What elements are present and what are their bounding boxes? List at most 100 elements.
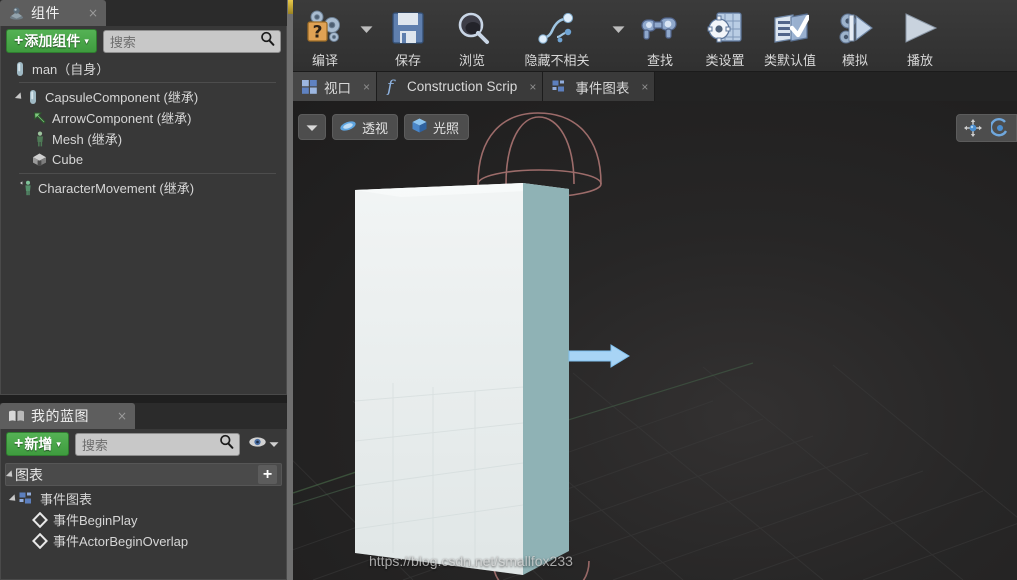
components-tabstrip: 组件 ×: [0, 0, 290, 26]
toolbar-button-browse[interactable]: 浏览: [440, 0, 504, 72]
my-blueprint-panel: + 新增 ▾ 搜索 图表 + 事件图表 事件BeginPlay 事件ActorB…: [0, 429, 287, 580]
toolbar-button-play[interactable]: 播放: [888, 0, 952, 72]
component-tree-label: CharacterMovement (继承): [38, 181, 195, 196]
my-blueprint-list: 事件图表事件BeginPlay 事件ActorBeginOverlap: [1, 486, 286, 551]
plus-icon: +: [14, 435, 24, 452]
component-tree-row[interactable]: CapsuleComponent (继承): [1, 86, 286, 107]
document-tab[interactable]: 视口 ×: [293, 72, 378, 101]
my-blueprint-item-label: 事件图表: [40, 492, 93, 507]
chevron-down-icon: [269, 435, 279, 453]
chevron-down-icon[interactable]: [609, 0, 627, 72]
tree-separator: [19, 82, 276, 83]
component-tree-row[interactable]: Cube: [1, 149, 286, 170]
graphs-section-label: 图表: [15, 466, 43, 483]
plus-icon: +: [14, 32, 24, 49]
view-mode-label: 透视: [362, 120, 389, 136]
toolbar-button-label: 模拟: [841, 53, 868, 68]
class-settings-icon: [707, 7, 743, 49]
tab-my-blueprint[interactable]: 我的蓝图 ×: [0, 403, 136, 429]
toolbar-button-hide-unrelated[interactable]: 隐藏不相关: [505, 0, 609, 72]
arrow-icon: [31, 110, 48, 126]
lit-cube-icon: [411, 117, 428, 137]
disclosure-triangle-icon[interactable]: [8, 493, 19, 504]
rotate-gizmo-icon[interactable]: [988, 117, 1012, 139]
components-search-input[interactable]: 搜索: [102, 29, 281, 53]
book-icon: [8, 409, 25, 423]
translate-gizmo-icon[interactable]: [961, 117, 985, 139]
close-icon[interactable]: ×: [641, 80, 648, 94]
visibility-options-button[interactable]: [246, 433, 281, 456]
toolbar-button-class-defaults[interactable]: 类默认值: [758, 0, 822, 72]
chevron-down-icon[interactable]: [357, 0, 375, 72]
close-icon[interactable]: ×: [529, 80, 536, 94]
toolbar-button-class-settings[interactable]: 类设置: [693, 0, 757, 72]
document-tab[interactable]: 事件图表 ×: [543, 72, 656, 101]
my-blueprint-list-item[interactable]: 事件图表: [1, 488, 286, 509]
search-icon: [219, 434, 234, 454]
staticmesh-icon: [31, 152, 48, 167]
toolbar-button-compile[interactable]: ? 编译: [293, 0, 357, 72]
eventgraph-icon: [552, 80, 568, 94]
graphs-section-header[interactable]: 图表 +: [5, 463, 282, 486]
component-tree-row[interactable]: CharacterMovement (继承): [1, 177, 286, 198]
component-tree: man（自身） CapsuleComponent (继承) ArrowCompone…: [1, 56, 286, 198]
toolbar-button-label: 浏览: [458, 53, 485, 68]
add-component-button[interactable]: + 添加组件 ▾: [6, 29, 97, 53]
skeletalmesh-icon: [31, 131, 48, 147]
unreal-blueprint-editor: 组件 × + 添加组件 ▾ 搜索 man（自身） CapsuleComponen…: [0, 0, 1017, 580]
viewport-toolbar: 透视 光照: [298, 114, 470, 140]
component-tree-row[interactable]: ArrowComponent (继承): [1, 107, 286, 128]
lighting-mode-button[interactable]: 光照: [404, 114, 470, 140]
lighting-mode-label: 光照: [433, 120, 460, 136]
simulate-icon: [836, 7, 874, 49]
toolbar-button-label: 保存: [394, 53, 421, 68]
close-icon[interactable]: ×: [363, 80, 370, 94]
myblueprint-search-placeholder: 搜索: [81, 437, 108, 453]
document-tab-label: 事件图表: [575, 80, 630, 96]
disclosure-triangle-icon[interactable]: [14, 91, 25, 102]
chevron-down-icon: ▾: [84, 35, 89, 46]
toolbar-button-label: 播放: [906, 53, 933, 68]
component-tree-row[interactable]: man（自身）: [1, 58, 286, 79]
component-tree-label: CapsuleComponent (继承): [45, 90, 199, 105]
play-icon: [902, 7, 938, 49]
component-tree-row[interactable]: Mesh (继承): [1, 128, 286, 149]
document-tab[interactable]: f Construction Scrip ×: [377, 72, 544, 101]
tab-my-blueprint-label: 我的蓝图: [31, 408, 89, 424]
components-icon: [8, 6, 25, 21]
hide-unrelated-icon: [535, 7, 579, 49]
add-graph-button[interactable]: +: [258, 465, 277, 484]
event-node-icon: [31, 511, 49, 528]
my-blueprint-list-item[interactable]: 事件BeginPlay: [1, 509, 286, 530]
tab-components-label: 组件: [31, 5, 60, 21]
my-blueprint-list-item[interactable]: 事件ActorBeginOverlap: [1, 530, 286, 551]
myblueprint-tabstrip: 我的蓝图 ×: [0, 403, 290, 429]
view-mode-button[interactable]: 透视: [332, 114, 399, 140]
add-component-label: 添加组件: [24, 33, 81, 49]
close-icon[interactable]: ×: [117, 410, 127, 422]
svg-text:?: ?: [313, 23, 323, 43]
add-new-button[interactable]: + 新增 ▾: [6, 432, 69, 456]
capsule-icon: [24, 89, 41, 105]
tab-components[interactable]: 组件 ×: [0, 0, 107, 26]
viewport-icon: [302, 79, 317, 94]
add-new-label: 新增: [24, 436, 53, 452]
find-icon: [640, 7, 680, 49]
toolbar-button-find[interactable]: 查找: [628, 0, 692, 72]
disclosure-triangle-icon[interactable]: [5, 469, 16, 480]
myblueprint-search-input[interactable]: 搜索: [74, 432, 240, 456]
compile-icon: ?: [304, 7, 346, 49]
toolbar-button-label: 查找: [646, 53, 673, 68]
close-icon[interactable]: ×: [88, 7, 98, 19]
svg-text:f: f: [386, 78, 396, 95]
viewport-options-button[interactable]: [298, 114, 326, 140]
chevron-down-icon: [306, 120, 318, 135]
viewport[interactable]: 透视 光照 https://blog.csdn.net/smallfox233: [293, 101, 1017, 580]
class-defaults-icon: [771, 7, 809, 49]
document-tabbar: 视口 × f Construction Scrip × 事件图表 ×: [293, 72, 1017, 101]
toolbar-button-save[interactable]: 保存: [376, 0, 440, 72]
chevron-down-icon: ▾: [56, 438, 61, 449]
function-icon: f: [386, 78, 400, 95]
toolbar-button-simulate[interactable]: 模拟: [823, 0, 887, 72]
save-icon: [391, 7, 425, 49]
